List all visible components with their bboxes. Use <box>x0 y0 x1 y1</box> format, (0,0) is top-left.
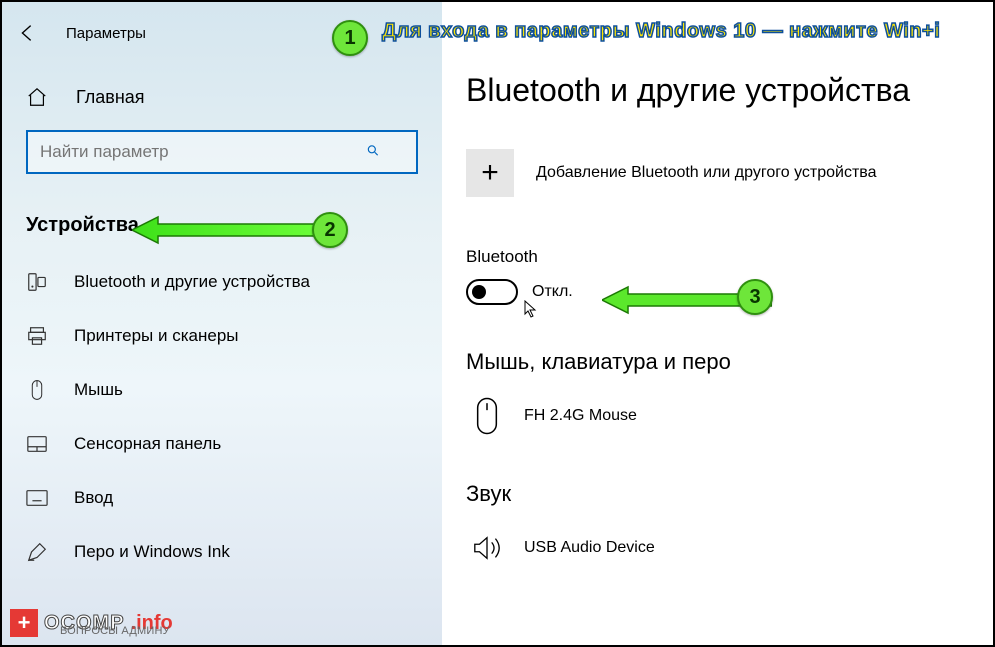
main-content: Bluetooth и другие устройства + Добавлен… <box>442 2 993 645</box>
app-window: Параметры Главная Устройства <box>2 2 993 645</box>
window-title: Параметры <box>66 25 146 42</box>
nav-label: Принтеры и сканеры <box>74 326 239 346</box>
mouse-keyboard-heading: Мышь, клавиатура и перо <box>466 349 975 375</box>
mouse-device-row[interactable]: FH 2.4G Mouse <box>466 395 975 437</box>
window-header: Параметры <box>2 2 442 60</box>
pen-icon <box>26 541 48 563</box>
watermark-sub: ВОПРОСЫ АДМИНУ <box>60 625 170 637</box>
watermark-cross-icon: + <box>10 609 38 637</box>
search-icon <box>366 144 380 161</box>
add-device-button[interactable]: + Добавление Bluetooth или другого устро… <box>466 149 975 197</box>
plus-icon: + <box>466 149 514 197</box>
mouse-icon <box>26 379 48 401</box>
nav-pen[interactable]: Перо и Windows Ink <box>2 525 442 579</box>
audio-device-row[interactable]: USB Audio Device <box>466 527 975 569</box>
search-container <box>26 130 418 174</box>
home-row[interactable]: Главная <box>2 60 442 130</box>
home-icon <box>26 86 48 108</box>
touchpad-icon <box>26 433 48 455</box>
nav-label: Перо и Windows Ink <box>74 542 230 562</box>
arrow-left-icon <box>16 22 38 44</box>
nav-printers[interactable]: Принтеры и сканеры <box>2 309 442 363</box>
bluetooth-section-label: Bluetooth <box>466 247 975 267</box>
cursor-icon <box>524 300 538 318</box>
bluetooth-toggle-state: Откл. <box>532 283 573 301</box>
search-input[interactable] <box>26 130 418 174</box>
mouse-device-label: FH 2.4G Mouse <box>524 407 637 425</box>
printer-icon <box>26 325 48 347</box>
nav-label: Ввод <box>74 488 113 508</box>
toggle-knob <box>472 285 486 299</box>
speaker-icon <box>472 527 502 569</box>
bluetooth-toggle[interactable] <box>466 279 518 305</box>
add-device-label: Добавление Bluetooth или другого устройс… <box>536 164 877 182</box>
keyboard-icon <box>26 487 48 509</box>
nav-mouse[interactable]: Мышь <box>2 363 442 417</box>
annotation-badge-3: 3 <box>737 279 773 315</box>
nav-list: Bluetooth и другие устройства Принтеры и… <box>2 255 442 579</box>
audio-heading: Звук <box>466 481 975 507</box>
audio-device-label: USB Audio Device <box>524 539 655 557</box>
nav-touchpad[interactable]: Сенсорная панель <box>2 417 442 471</box>
mouse-device-icon <box>472 395 502 437</box>
sidebar: Параметры Главная Устройства <box>2 2 442 645</box>
nav-label: Bluetooth и другие устройства <box>74 272 310 292</box>
page-title: Bluetooth и другие устройства <box>466 72 975 109</box>
annotation-badge-1: 1 <box>332 20 368 56</box>
annotation-arrow-2 <box>132 215 328 245</box>
nav-label: Мышь <box>74 380 123 400</box>
nav-label: Сенсорная панель <box>74 434 221 454</box>
nav-typing[interactable]: Ввод <box>2 471 442 525</box>
home-label: Главная <box>76 87 145 108</box>
devices-icon <box>26 271 48 293</box>
annotation-badge-2: 2 <box>312 212 348 248</box>
back-button[interactable] <box>10 16 44 50</box>
nav-bluetooth[interactable]: Bluetooth и другие устройства <box>2 255 442 309</box>
annotation-hint: Для входа в параметры Windows 10 — нажми… <box>382 20 940 43</box>
watermark: + OCOMP.info ВОПРОСЫ АДМИНУ <box>10 609 173 637</box>
